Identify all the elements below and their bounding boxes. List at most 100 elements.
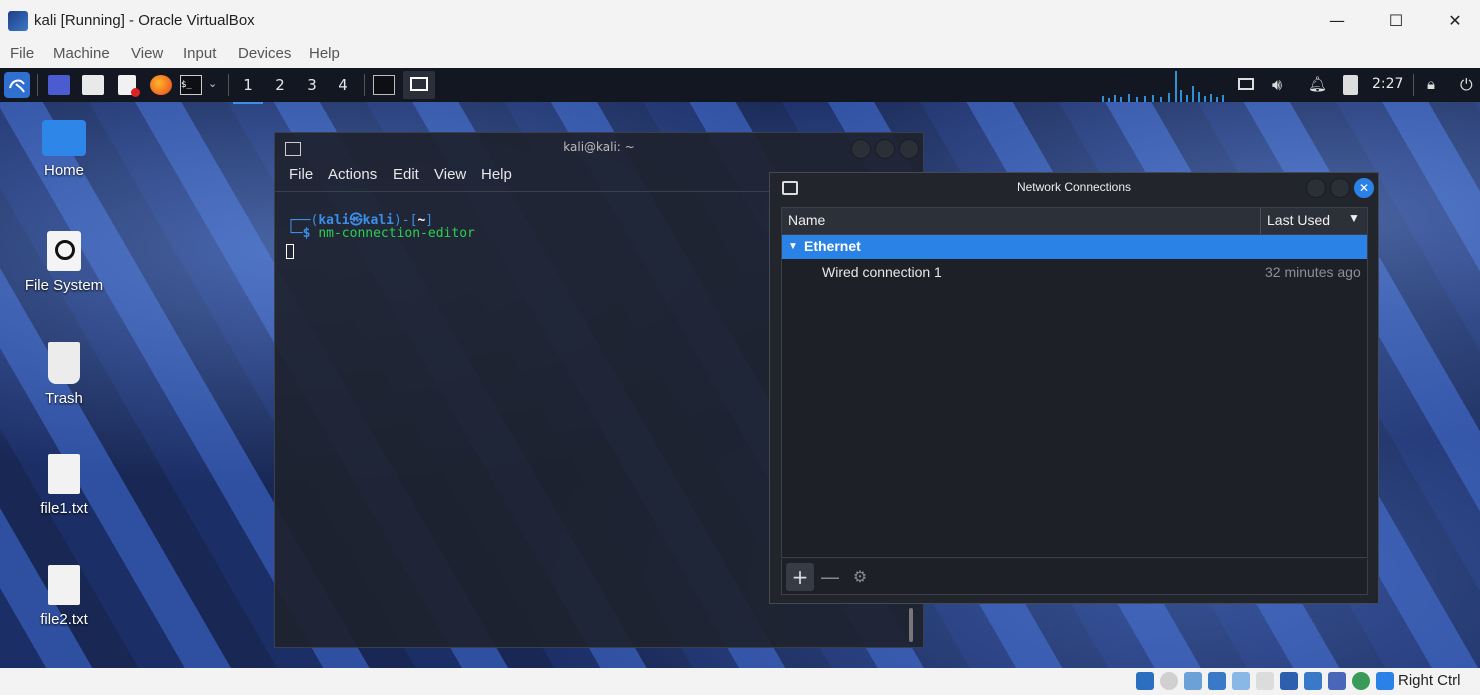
text-editor-icon[interactable]: [118, 75, 140, 97]
connection-row[interactable]: Wired connection 1 32 minutes ago: [782, 260, 1367, 284]
taskbar-terminal-icon[interactable]: [373, 75, 395, 95]
edit-connection-settings-button[interactable]: ⚙: [846, 563, 874, 591]
terminal-menu-file[interactable]: File: [289, 166, 313, 183]
menu-view[interactable]: View: [131, 45, 163, 62]
terminal-menu-actions[interactable]: Actions: [328, 166, 377, 183]
notifications-bell-icon[interactable]: 🔔︎: [1308, 75, 1327, 95]
lock-screen-icon[interactable]: 🔒︎: [1427, 75, 1435, 95]
terminal-close-button[interactable]: [899, 139, 919, 159]
firefox-icon[interactable]: [150, 75, 172, 95]
sort-descending-icon[interactable]: ▼: [1348, 211, 1360, 225]
terminal-minimize-button[interactable]: [851, 139, 871, 159]
nc-close-button[interactable]: ✕: [1354, 178, 1374, 198]
terminal-menu-view[interactable]: View: [434, 166, 466, 183]
menu-devices[interactable]: Devices: [238, 45, 291, 62]
connections-toolbar: + — ⚙: [781, 559, 1368, 595]
vt-x-icon[interactable]: [1328, 672, 1346, 690]
nc-minimize-button[interactable]: [1306, 178, 1326, 198]
desktop-icon-label: Trash: [45, 390, 83, 407]
nc-maximize-button[interactable]: [1330, 178, 1350, 198]
battery-icon[interactable]: [1343, 75, 1358, 95]
host-key-label: Right Ctrl: [1398, 672, 1461, 689]
desktop-icon-label: file2.txt: [40, 611, 88, 628]
optical-drive-icon[interactable]: [1160, 672, 1178, 690]
remove-connection-button[interactable]: —: [816, 563, 844, 591]
network-adapter-icon[interactable]: [1208, 672, 1226, 690]
desktop-icon-trash[interactable]: Trash: [9, 342, 119, 407]
terminal-command: nm-connection-editor: [318, 226, 475, 241]
virtualbox-app-icon: [8, 11, 28, 31]
panel-separator: [364, 74, 365, 96]
text-file-icon: [48, 454, 80, 494]
audio-icon[interactable]: [1184, 672, 1202, 690]
desktop-icon-label: File System: [24, 277, 104, 294]
terminal-cursor: [286, 244, 294, 259]
desktop-icon-label: file1.txt: [40, 500, 88, 517]
desktop-icon-file2[interactable]: file2.txt: [9, 565, 119, 628]
terminal-menu-help[interactable]: Help: [481, 166, 512, 183]
add-connection-button[interactable]: +: [786, 563, 814, 591]
menu-input[interactable]: Input: [183, 45, 216, 62]
drive-icon: [47, 231, 81, 271]
trash-icon: [48, 342, 80, 384]
terminal-title: kali@kali: ~: [563, 140, 635, 154]
chevron-down-icon[interactable]: ⌄: [208, 77, 217, 90]
terminal-maximize-button[interactable]: [875, 139, 895, 159]
panel-separator: [1413, 74, 1414, 96]
column-header-name[interactable]: Name: [788, 212, 825, 228]
logout-icon[interactable]: ⏻: [1460, 75, 1473, 95]
desktop-icon-home[interactable]: Home: [9, 120, 119, 179]
close-button[interactable]: ✕: [1432, 6, 1478, 36]
host-statusbar: Right Ctrl: [0, 668, 1480, 695]
column-divider: [1260, 208, 1261, 234]
shared-folders-icon[interactable]: [1256, 672, 1274, 690]
taskbar-network-window-icon[interactable]: [403, 71, 435, 99]
desktop-icon-file-system[interactable]: File System: [9, 231, 119, 294]
usb-icon[interactable]: [1232, 672, 1250, 690]
volume-icon[interactable]: 🔊︎: [1272, 75, 1282, 95]
host-titlebar: kali [Running] - Oracle VirtualBox — ☐ ✕: [0, 0, 1480, 42]
display-icon[interactable]: [1280, 672, 1298, 690]
panel-clock[interactable]: 2:27: [1372, 76, 1403, 92]
expander-triangle-icon[interactable]: ▼: [788, 241, 798, 252]
menu-machine[interactable]: Machine: [53, 45, 110, 62]
recording-icon[interactable]: [1304, 672, 1322, 690]
terminal-menu-edit[interactable]: Edit: [393, 166, 419, 183]
kali-menu-icon[interactable]: [4, 72, 30, 98]
desktop-icon-label: Home: [43, 162, 84, 179]
panel-separator: [37, 74, 38, 96]
workspace-4[interactable]: 4: [328, 68, 358, 102]
workspace-3[interactable]: 3: [297, 68, 327, 102]
maximize-button[interactable]: ☐: [1373, 6, 1419, 36]
list-header: Name Last Used ▼: [782, 208, 1367, 235]
home-folder-icon: [42, 120, 86, 156]
connection-name: Wired connection 1: [822, 264, 942, 280]
column-header-last-used[interactable]: Last Used: [1267, 212, 1330, 228]
mouse-integration-icon[interactable]: [1376, 672, 1394, 690]
group-row-ethernet[interactable]: ▼ Ethernet: [782, 235, 1367, 259]
host-window-title: kali [Running] - Oracle VirtualBox: [34, 12, 255, 29]
host-menubar: File Machine View Input Devices Help: [0, 42, 1480, 68]
menu-file[interactable]: File: [10, 45, 34, 62]
hard-disk-icon[interactable]: [1136, 672, 1154, 690]
terminal-launcher-icon[interactable]: $_: [180, 75, 202, 95]
text-file-icon: [48, 565, 80, 605]
minimize-button[interactable]: —: [1314, 6, 1360, 36]
workspace-2[interactable]: 2: [265, 68, 295, 102]
network-activity-graph: [1102, 71, 1224, 102]
menu-help[interactable]: Help: [309, 45, 340, 62]
terminal-command-line: └─$ nm-connection-editor: [287, 226, 475, 241]
guest-additions-icon[interactable]: [1352, 672, 1370, 690]
desktop-icon-file1[interactable]: file1.txt: [9, 454, 119, 517]
connection-last-used: 32 minutes ago: [1265, 264, 1361, 280]
network-tray-icon[interactable]: [1238, 78, 1254, 90]
file-manager-icon[interactable]: [82, 75, 104, 95]
network-connections-window[interactable]: Network Connections ✕ Name Last Used ▼ ▼…: [769, 172, 1379, 604]
network-connections-title: Network Connections: [1016, 180, 1132, 194]
xfce-top-panel: $_ ⌄ 1 2 3 4 🔊︎ 🔔︎ 2:27 🔒︎ ⏻: [0, 68, 1480, 104]
workspace-1[interactable]: 1: [233, 68, 263, 104]
connections-list[interactable]: Name Last Used ▼ ▼ Ethernet Wired connec…: [781, 207, 1368, 558]
show-desktop-icon[interactable]: [48, 75, 70, 95]
panel-separator: [228, 74, 229, 96]
terminal-scrollbar[interactable]: [909, 608, 913, 642]
